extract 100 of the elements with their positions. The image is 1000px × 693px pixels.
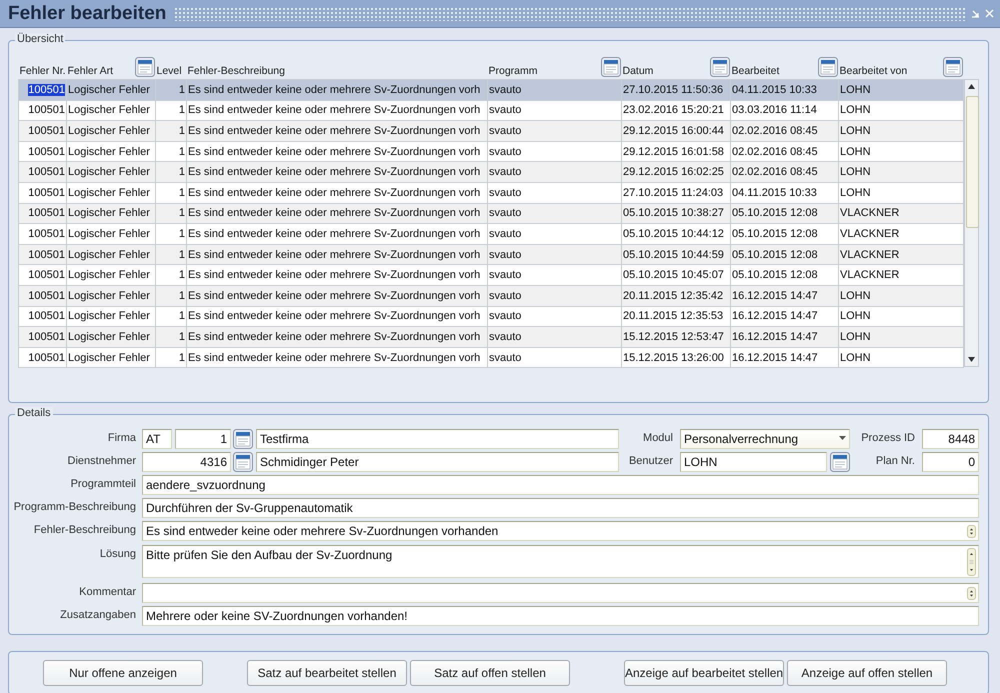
action-button[interactable]: Anzeige auf bearbeitet stellen	[624, 660, 784, 686]
input-field[interactable]	[142, 583, 979, 603]
field-label: Kommentar	[78, 585, 136, 598]
input-field[interactable]: Bitte prüfen Sie den Aufbau der Sv-Zuordnung	[142, 545, 979, 578]
table-cell: 20.11.2015 12:35:42	[622, 285, 730, 306]
input-field[interactable]: 4316	[142, 452, 231, 472]
scrollbar-thumb[interactable]	[966, 96, 979, 228]
table-row[interactable]: 100501 Logischer Fehler 1 Es sind entweder keine oder mehrere Sv-Zuordnungen vorh svauto 29.12.2015 16:02:25 02.02.2016 08:45 LOHN	[18, 162, 964, 182]
table-cell: 27.10.2015 11:24:03	[622, 182, 730, 204]
table-cell: svauto	[488, 306, 622, 327]
table-cell: 1	[156, 285, 186, 306]
table-cell: 05.10.2015 12:08	[730, 264, 838, 286]
table-cell: 05.10.2015 10:38:27	[622, 203, 730, 224]
input-field[interactable]: 8448	[922, 429, 979, 449]
table-cell: Es sind entweder keine oder mehrere Sv-Zuordnungen vorh	[186, 326, 488, 348]
table-cell: 23.02.2016 15:20:21	[622, 100, 730, 121]
lookup-button-icon[interactable]	[942, 57, 962, 77]
table-cell: 02.02.2016 08:45	[730, 120, 838, 142]
column-header: Datum	[622, 65, 654, 77]
lookup-button-icon[interactable]	[830, 452, 850, 472]
input-field[interactable]: Durchführen der Sv-Gruppenautomatik	[142, 498, 979, 518]
table-cell: 100501	[18, 306, 66, 327]
table-cell: 03.03.2016 11:14	[730, 100, 838, 121]
lookup-button-icon[interactable]	[233, 429, 253, 449]
action-button[interactable]: Satz auf bearbeitet stellen	[247, 660, 407, 686]
table-cell: VLACKNER	[838, 203, 964, 224]
table-cell: svauto	[488, 182, 622, 204]
table-cell: Logischer Fehler	[66, 141, 156, 162]
scrollbar[interactable]	[967, 548, 976, 576]
input-field[interactable]: 0	[922, 452, 979, 472]
field-label: Programmteil	[70, 477, 136, 490]
table-row[interactable]: 100501 Logischer Fehler 1 Es sind entweder keine oder mehrere Sv-Zuordnungen vorh svauto 15.12.2015 13:26:00 16.12.2015 14:47 LOHN	[18, 347, 964, 368]
table-row[interactable]: 100501 Logischer Fehler 1 Es sind entweder keine oder mehrere Sv-Zuordnungen vorh svauto 05.10.2015 10:44:12 05.10.2015 12:08 VLACKNER	[18, 224, 964, 244]
table-cell: 1	[156, 100, 186, 121]
table-cell: 05.10.2015 10:44:59	[622, 244, 730, 265]
table-cell: svauto	[488, 285, 622, 306]
scrollbar[interactable]	[964, 79, 979, 367]
lookup-button-icon[interactable]	[818, 57, 838, 77]
table-row[interactable]: 100501 Logischer Fehler 1 Es sind entweder keine oder mehrere Sv-Zuordnungen vorh svauto 05.10.2015 10:45:07 05.10.2015 12:08 VLACKNER	[18, 264, 964, 286]
input-field[interactable]: LOHN	[680, 452, 827, 472]
table-row[interactable]: 100501 Logischer Fehler 1 Es sind entweder keine oder mehrere Sv-Zuordnungen vorh svauto 27.10.2015 11:24:03 04.11.2015 10:33 LOHN	[18, 182, 964, 204]
table-cell: 100501	[18, 141, 66, 162]
table-row[interactable]: 100501 Logischer Fehler 1 Es sind entweder keine oder mehrere Sv-Zuordnungen vorh svauto 20.11.2015 12:35:42 16.12.2015 14:47 LOHN	[18, 285, 964, 306]
table-cell: 1	[156, 244, 186, 265]
table-row[interactable]: 100501 Logischer Fehler 1 Es sind entweder keine oder mehrere Sv-Zuordnungen vorh svauto 29.12.2015 16:00:44 02.02.2016 08:45 LOHN	[18, 120, 964, 142]
column-header: Fehler-Beschreibung	[188, 65, 285, 77]
table-cell: 1	[156, 306, 186, 327]
input-field[interactable]: 1	[175, 429, 231, 449]
column-header: Programm	[488, 65, 538, 77]
table-cell: 1	[156, 224, 186, 244]
input-field[interactable]: Schmidinger Peter	[256, 452, 619, 472]
table-cell: svauto	[488, 141, 622, 162]
input-field[interactable]: aendere_svzuordnung	[142, 475, 979, 495]
lookup-button-icon[interactable]	[134, 57, 154, 77]
table-cell: Es sind entweder keine oder mehrere Sv-Zuordnungen vorh	[186, 100, 488, 121]
table-row[interactable]: 100501 Logischer Fehler 1 Es sind entweder keine oder mehrere Sv-Zuordnungen vorh svauto 05.10.2015 10:38:27 05.10.2015 12:08 VLACKNER	[18, 203, 964, 224]
input-field[interactable]: Mehrere oder keine SV-Zuordnungen vorhanden!	[142, 606, 979, 626]
table-cell: 1	[156, 203, 186, 224]
lookup-button-icon[interactable]	[710, 57, 730, 77]
table-cell: 16.12.2015 14:47	[730, 326, 838, 348]
table-row[interactable]: 100501 Logischer Fehler 1 Es sind entweder keine oder mehrere Sv-Zuordnungen vorh svauto 29.12.2015 16:01:58 02.02.2016 08:45 LOHN	[18, 141, 964, 162]
table-cell: 1	[156, 120, 186, 142]
module-dropdown[interactable]: Personalverrechnung	[680, 429, 850, 449]
table-cell: 100501	[18, 224, 66, 244]
table-row[interactable]: 100501 Logischer Fehler 1 Es sind entweder keine oder mehrere Sv-Zuordnungen vorh svauto 05.10.2015 10:44:59 05.10.2015 12:08 VLACKNER	[18, 244, 964, 265]
table-cell: svauto	[488, 80, 622, 100]
table-row[interactable]: 100501 Logischer Fehler 1 Es sind entweder keine oder mehrere Sv-Zuordnungen vorh svauto 23.02.2016 15:20:21 03.03.2016 11:14 LOHN	[18, 100, 964, 121]
table-cell: 05.10.2015 10:44:12	[622, 224, 730, 244]
input-field[interactable]: AT	[142, 429, 172, 449]
table-cell: 02.02.2016 08:45	[730, 162, 838, 182]
field-label: Plan Nr.	[874, 454, 916, 467]
table-cell: 100501	[18, 182, 66, 204]
action-button[interactable]: Anzeige auf offen stellen	[787, 660, 947, 686]
table-row[interactable]: 100501 Logischer Fehler 1 Es sind entweder keine oder mehrere Sv-Zuordnungen vorh svauto 20.11.2015 12:35:53 16.12.2015 14:47 LOHN	[18, 306, 964, 327]
table-cell: 1	[156, 80, 186, 100]
input-field[interactable]: Testfirma	[256, 429, 619, 449]
spinner-icon[interactable]	[967, 587, 976, 600]
lookup-button-icon[interactable]	[600, 57, 620, 77]
table-cell: svauto	[488, 326, 622, 348]
table-cell: VLACKNER	[838, 264, 964, 286]
table-cell: LOHN	[838, 80, 964, 100]
action-button[interactable]: Nur offene anzeigen	[43, 660, 203, 686]
column-header: Fehler Nr.	[20, 65, 66, 77]
dropdown-caret-icon[interactable]	[839, 436, 846, 441]
table-cell: Logischer Fehler	[66, 347, 156, 368]
table-cell: svauto	[488, 120, 622, 142]
table-cell: svauto	[488, 224, 622, 244]
table-cell: 100501	[18, 203, 66, 224]
table-row[interactable]: 100501 Logischer Fehler 1 Es sind entweder keine oder mehrere Sv-Zuordnungen vorh svauto 15.12.2015 12:53:47 16.12.2015 14:47 LOHN	[18, 326, 964, 348]
input-field[interactable]: Es sind entweder keine oder mehrere Sv-Zuordnungen vorhanden	[142, 521, 979, 541]
column-header: Bearbeitet von	[840, 65, 908, 77]
table-cell: LOHN	[838, 326, 964, 348]
lookup-button-icon[interactable]	[233, 452, 253, 472]
action-button[interactable]: Satz auf offen stellen	[410, 660, 570, 686]
table-cell: 15.12.2015 13:26:00	[622, 347, 730, 368]
table-cell: LOHN	[838, 100, 964, 121]
spinner-icon[interactable]	[967, 525, 976, 538]
table-cell: Es sind entweder keine oder mehrere Sv-Zuordnungen vorh	[186, 264, 488, 286]
table-cell: 1	[156, 182, 186, 204]
table-row[interactable]: 100501 Logischer Fehler 1 Es sind entweder keine oder mehrere Sv-Zuordnungen vorh svauto 27.10.2015 11:50:36 04.11.2015 10:33 LOHN	[18, 80, 964, 100]
